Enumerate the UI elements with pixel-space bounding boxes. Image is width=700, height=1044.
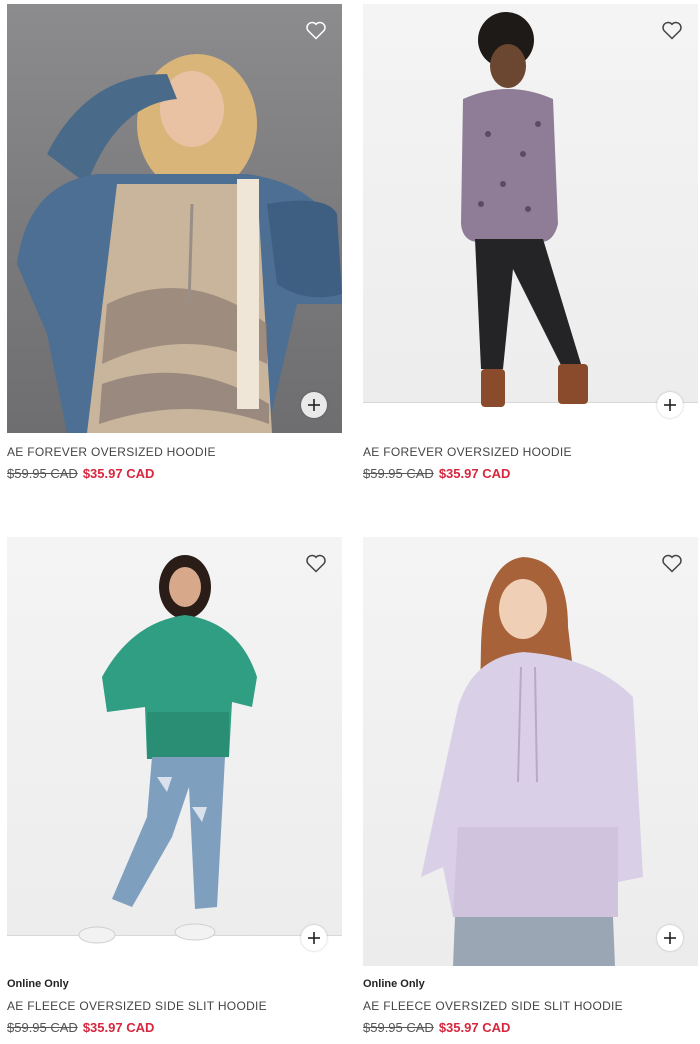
online-only-badge: Online Only <box>363 978 425 990</box>
plus-icon <box>308 399 320 411</box>
sale-price: $35.97 CAD <box>82 1020 155 1035</box>
product-name[interactable]: AE FLEECE OVERSIZED SIDE SLIT HOODIE <box>363 999 698 1013</box>
quick-add-button[interactable] <box>301 925 327 951</box>
product-card[interactable]: AE FOREVER OVERSIZED HOODIE $59.95 CAD $3… <box>363 4 698 481</box>
plus-icon <box>308 932 320 944</box>
original-price: $59.95 CAD <box>7 466 78 481</box>
plus-icon <box>664 932 676 944</box>
original-price: $59.95 CAD <box>363 466 434 481</box>
sale-price: $35.97 CAD <box>438 1020 511 1035</box>
sale-price: $35.97 CAD <box>438 466 511 481</box>
product-card[interactable]: AE FOREVER OVERSIZED HOODIE $59.95 CAD $3… <box>7 4 342 481</box>
model-photo <box>421 557 643 966</box>
model-photo <box>78 555 257 944</box>
heart-outline-icon[interactable] <box>660 551 684 575</box>
quick-add-button[interactable] <box>301 392 327 418</box>
product-price: $59.95 CAD $35.97 CAD <box>7 466 342 481</box>
heart-outline-icon[interactable] <box>304 551 328 575</box>
product-card[interactable]: Online Only AE FLEECE OVERSIZED SIDE SLI… <box>363 537 698 1035</box>
model-photo <box>17 54 342 433</box>
product-price: $59.95 CAD $35.97 CAD <box>363 466 698 481</box>
original-price: $59.95 CAD <box>7 1020 78 1035</box>
plus-icon <box>664 399 676 411</box>
product-image[interactable] <box>7 537 342 966</box>
product-image[interactable] <box>7 4 342 433</box>
heart-outline-icon[interactable] <box>660 18 684 42</box>
product-card[interactable]: Online Only AE FLEECE OVERSIZED SIDE SLI… <box>7 537 342 1035</box>
quick-add-button[interactable] <box>657 925 683 951</box>
original-price: $59.95 CAD <box>363 1020 434 1035</box>
product-image[interactable] <box>363 4 698 433</box>
product-name[interactable]: AE FOREVER OVERSIZED HOODIE <box>7 445 342 459</box>
model-photo <box>461 12 588 407</box>
product-price: $59.95 CAD $35.97 CAD <box>7 1020 342 1035</box>
product-name[interactable]: AE FLEECE OVERSIZED SIDE SLIT HOODIE <box>7 999 342 1013</box>
heart-outline-icon[interactable] <box>304 18 328 42</box>
product-price: $59.95 CAD $35.97 CAD <box>363 1020 698 1035</box>
quick-add-button[interactable] <box>657 392 683 418</box>
online-only-badge: Online Only <box>7 978 69 990</box>
sale-price: $35.97 CAD <box>82 466 155 481</box>
product-name[interactable]: AE FOREVER OVERSIZED HOODIE <box>363 445 698 459</box>
product-image[interactable] <box>363 537 698 966</box>
